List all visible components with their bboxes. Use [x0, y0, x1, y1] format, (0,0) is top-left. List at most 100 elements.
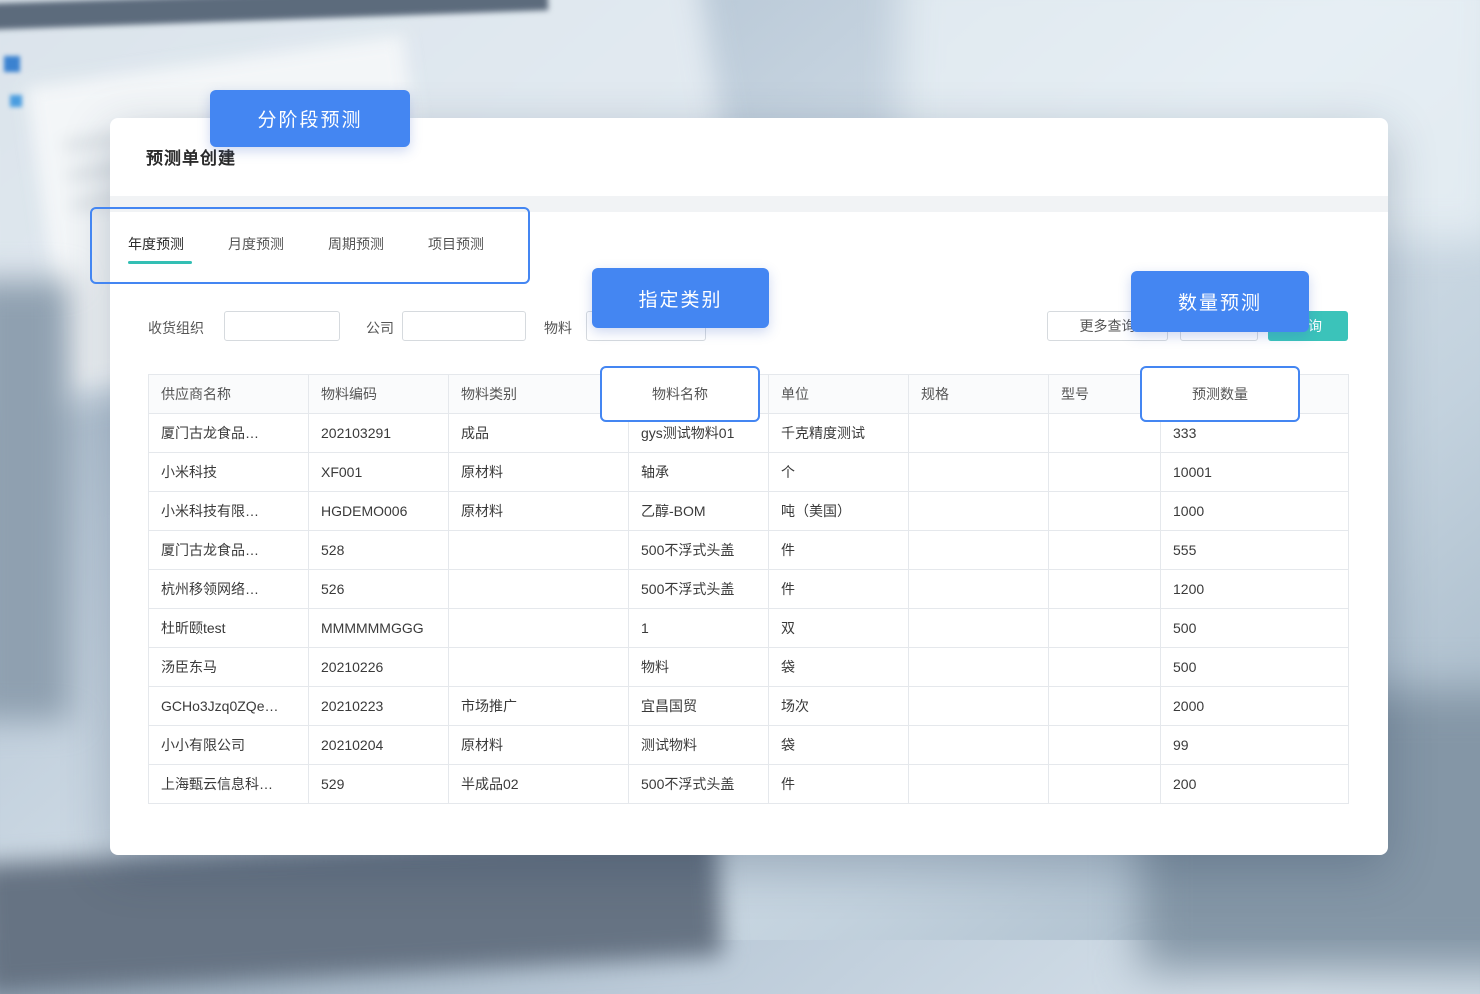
table-cell: 500	[1161, 609, 1349, 648]
table-cell: 测试物料	[629, 726, 769, 765]
table-body: 厦门古龙食品…202103291成品gys测试物料01千克精度测试333小米科技…	[149, 414, 1349, 804]
table-cell	[449, 609, 629, 648]
table-cell	[909, 492, 1049, 531]
table-cell: 厦门古龙食品…	[149, 531, 309, 570]
table-cell	[1049, 453, 1161, 492]
table-cell: 原材料	[449, 492, 629, 531]
table-cell: 原材料	[449, 726, 629, 765]
bg-blue-icon	[10, 95, 22, 107]
forecast-table: 供应商名称 物料编码 物料类别 物料名称 单位 规格 型号 预测数量 厦门古龙食…	[148, 374, 1349, 804]
table-cell	[1049, 687, 1161, 726]
table-cell	[1049, 609, 1161, 648]
table-cell: 529	[309, 765, 449, 804]
table-cell	[1049, 648, 1161, 687]
table-row[interactable]: 上海甄云信息科…529半成品02500不浮式头盖件 200	[149, 765, 1349, 804]
table-cell: 小米科技	[149, 453, 309, 492]
table-cell: 202103291	[309, 414, 449, 453]
receiving-org-label: 收货组织	[148, 318, 204, 338]
table-cell: 件	[769, 531, 909, 570]
table-cell	[1049, 531, 1161, 570]
table-cell: 500	[1161, 648, 1349, 687]
table-cell	[909, 609, 1049, 648]
table-cell: 1200	[1161, 570, 1349, 609]
table-cell	[909, 648, 1049, 687]
header-material-code: 物料编码	[309, 375, 449, 414]
table-cell: 乙醇-BOM	[629, 492, 769, 531]
table-cell: 1	[629, 609, 769, 648]
table-cell	[909, 765, 1049, 804]
material-name-highlight-box: 物料名称	[600, 366, 760, 422]
table-cell	[1049, 570, 1161, 609]
header-supplier-name: 供应商名称	[149, 375, 309, 414]
table-cell: 袋	[769, 648, 909, 687]
table-cell	[1049, 765, 1161, 804]
table-row[interactable]: 小小有限公司20210204原材料测试物料袋99	[149, 726, 1349, 765]
table-cell: GCHo3Jzq0ZQe…	[149, 687, 309, 726]
table-row[interactable]: 汤臣东马20210226 物料袋 500	[149, 648, 1349, 687]
table-cell	[1049, 726, 1161, 765]
table-cell: 物料	[629, 648, 769, 687]
bg-laptop-edge	[0, 280, 70, 720]
table-cell	[449, 648, 629, 687]
table-cell	[909, 453, 1049, 492]
table-cell: 500不浮式头盖	[629, 765, 769, 804]
table-cell: 千克精度测试	[769, 414, 909, 453]
forecast-create-panel: 预测单创建 年度预测 月度预测 周期预测 项目预测 收货组织 公司 物料 更多查…	[110, 118, 1388, 855]
table-cell: 市场推广	[449, 687, 629, 726]
table-cell	[909, 531, 1049, 570]
table-cell: 上海甄云信息科…	[149, 765, 309, 804]
table-cell: 20210223	[309, 687, 449, 726]
table-row[interactable]: 小米科技有限…HGDEMO006原材料乙醇-BOM吨（美国）1000	[149, 492, 1349, 531]
table-cell: 件	[769, 570, 909, 609]
staged-forecast-badge: 分阶段预测	[210, 90, 410, 147]
table-cell: 双	[769, 609, 909, 648]
table-cell: 20210204	[309, 726, 449, 765]
page-title: 预测单创建	[146, 144, 236, 169]
table-row[interactable]: GCHo3Jzq0ZQe…20210223市场推广宜昌国贸场次 2000	[149, 687, 1349, 726]
header-spec: 规格	[909, 375, 1049, 414]
table-cell: 个	[769, 453, 909, 492]
table-row[interactable]: 杜昕颐testMMMMMMGGG 1双 500	[149, 609, 1349, 648]
table-cell: 轴承	[629, 453, 769, 492]
table-row[interactable]: 杭州移领网络…526500不浮式头盖件1200	[149, 570, 1349, 609]
table-cell	[909, 570, 1049, 609]
table-cell: 袋	[769, 726, 909, 765]
table-cell: 500不浮式头盖	[629, 570, 769, 609]
table-cell: 半成品02	[449, 765, 629, 804]
header-unit: 单位	[769, 375, 909, 414]
table-cell: MMMMMMGGG	[309, 609, 449, 648]
table-row[interactable]: 厦门古龙食品…528500不浮式头盖件555	[149, 531, 1349, 570]
table-cell: 小米科技有限…	[149, 492, 309, 531]
company-label: 公司	[366, 318, 394, 338]
table-cell: 2000	[1161, 687, 1349, 726]
table-row[interactable]: 小米科技XF001原材料轴承个10001	[149, 453, 1349, 492]
table-cell: 200	[1161, 765, 1349, 804]
table-cell: 吨（美国）	[769, 492, 909, 531]
table-cell: 原材料	[449, 453, 629, 492]
table-cell	[1049, 492, 1161, 531]
specify-category-badge: 指定类别	[592, 268, 769, 328]
table-cell: 汤臣东马	[149, 648, 309, 687]
receiving-org-input[interactable]	[224, 311, 340, 341]
company-input[interactable]	[402, 311, 526, 341]
table-cell: 528	[309, 531, 449, 570]
table-cell	[449, 531, 629, 570]
table-cell: 杜昕颐test	[149, 609, 309, 648]
table-cell: 宜昌国贸	[629, 687, 769, 726]
table-cell: 场次	[769, 687, 909, 726]
tabs-highlight-outline	[90, 207, 530, 284]
bg-blue-icon	[4, 56, 20, 72]
material-label: 物料	[544, 318, 572, 338]
table-cell	[909, 414, 1049, 453]
table-cell: 99	[1161, 726, 1349, 765]
table-cell	[449, 570, 629, 609]
table-cell	[909, 687, 1049, 726]
table-cell: 555	[1161, 531, 1349, 570]
table-cell: 杭州移领网络…	[149, 570, 309, 609]
table-cell	[909, 726, 1049, 765]
forecast-qty-highlight-box: 预测数量	[1140, 366, 1300, 422]
table-cell: 20210226	[309, 648, 449, 687]
quantity-forecast-badge: 数量预测	[1131, 271, 1309, 332]
table-cell: 件	[769, 765, 909, 804]
table-cell: HGDEMO006	[309, 492, 449, 531]
